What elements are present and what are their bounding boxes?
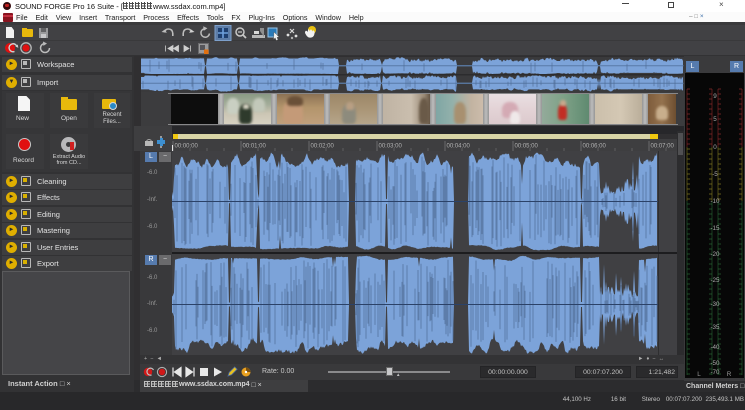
svg-text:00:00:00: 00:00:00 [175, 144, 199, 150]
svg-text:-25: -25 [710, 277, 720, 284]
svg-text:-20: -20 [710, 251, 720, 258]
svg-text:00:03:00: 00:03:00 [379, 144, 403, 150]
svg-text:-10: -10 [710, 198, 720, 205]
svg-text:00:02:00: 00:02:00 [311, 144, 335, 150]
svg-text:-50: -50 [710, 360, 720, 367]
svg-text:-40: -40 [710, 344, 720, 351]
svg-text:-70: -70 [710, 369, 720, 376]
svg-text:L: L [697, 371, 701, 378]
svg-text:-15: -15 [710, 225, 720, 232]
svg-text:00:04:00: 00:04:00 [447, 144, 471, 150]
svg-text:0: 0 [713, 144, 717, 151]
svg-text:R: R [727, 371, 732, 378]
svg-text:-35: -35 [710, 324, 720, 331]
svg-text:-5: -5 [712, 171, 718, 178]
svg-text:00:06:00: 00:06:00 [583, 144, 607, 150]
svg-text:00:07:00: 00:07:00 [651, 144, 675, 150]
svg-text:9: 9 [713, 93, 717, 100]
svg-text:00:05:00: 00:05:00 [515, 144, 539, 150]
svg-text:5: 5 [713, 116, 717, 123]
svg-text:-30: -30 [710, 301, 720, 308]
svg-text:00:01:00: 00:01:00 [243, 144, 267, 150]
